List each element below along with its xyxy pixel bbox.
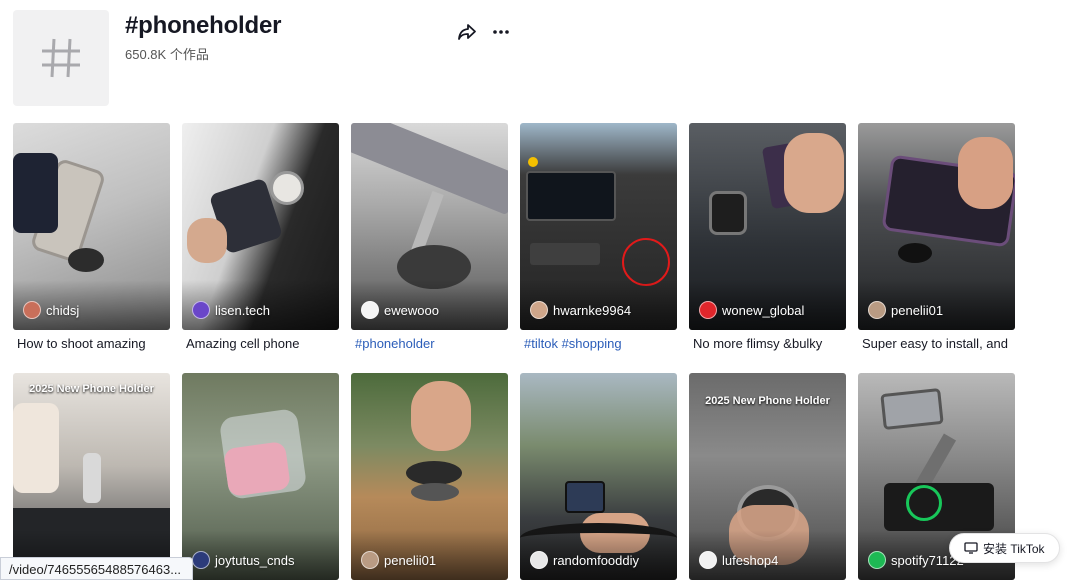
author-name: penelii01 <box>384 552 437 568</box>
video-caption[interactable]: Super easy to install, and <box>858 336 1015 351</box>
video-thumbnail[interactable]: 2025 New Phone Holder lufeshop4 <box>689 373 846 580</box>
avatar <box>699 301 717 319</box>
share-button[interactable] <box>455 20 479 44</box>
video-overlay-text: 2025 New Phone Holder <box>705 395 830 407</box>
video-caption[interactable]: #phoneholder <box>351 336 508 351</box>
video-card[interactable]: randomfooddiy <box>520 373 677 580</box>
video-thumbnail[interactable]: ewewooo <box>351 123 508 330</box>
author-name: randomfooddiy <box>553 552 639 568</box>
video-caption[interactable]: How to shoot amazing <box>13 336 170 351</box>
video-thumbnail[interactable]: wonew_global <box>689 123 846 330</box>
status-url: /video/74655565488576463... <box>0 557 193 580</box>
video-thumbnail[interactable]: penelii01 <box>858 123 1015 330</box>
avatar <box>361 551 379 569</box>
video-card[interactable]: penelii01 Super easy to install, and <box>858 123 1015 351</box>
video-overlay-text: 2025 New Phone Holder <box>29 383 154 395</box>
video-thumbnail[interactable]: 2025 New Phone Holder <box>13 373 170 580</box>
hashtag-avatar <box>13 10 109 106</box>
author-name: joytutus_cnds <box>215 552 295 568</box>
video-caption[interactable]: Amazing cell phone <box>182 336 339 351</box>
more-icon <box>493 30 509 34</box>
avatar <box>192 301 210 319</box>
author-name: ewewooo <box>384 302 439 318</box>
author-name: chidsj <box>46 302 80 318</box>
video-card[interactable]: chidsj How to shoot amazing <box>13 123 170 351</box>
install-label: 安装 TikTok <box>983 541 1045 556</box>
hashtag-header: #phoneholder 650.8K 个作品 <box>13 10 573 106</box>
video-caption[interactable]: No more flimsy &bulky <box>689 336 846 351</box>
more-button[interactable] <box>489 20 513 44</box>
avatar <box>868 301 886 319</box>
author-name: lufeshop4 <box>722 552 779 568</box>
author-name: lisen.tech <box>215 302 270 318</box>
avatar <box>23 301 41 319</box>
video-card[interactable]: lisen.tech Amazing cell phone <box>182 123 339 351</box>
video-card[interactable]: joytutus_cnds <box>182 373 339 580</box>
video-thumbnail[interactable]: joytutus_cnds <box>182 373 339 580</box>
install-tiktok-button[interactable]: 安装 TikTok <box>949 533 1060 563</box>
avatar <box>699 551 717 569</box>
video-thumbnail[interactable]: randomfooddiy <box>520 373 677 580</box>
avatar <box>361 301 379 319</box>
author-name: penelii01 <box>891 302 944 318</box>
avatar <box>192 551 210 569</box>
page-title: #phoneholder <box>125 12 282 39</box>
hash-icon <box>42 38 80 78</box>
video-card[interactable]: wonew_global No more flimsy &bulky <box>689 123 846 351</box>
video-thumbnail[interactable]: chidsj <box>13 123 170 330</box>
monitor-icon <box>964 542 978 554</box>
video-thumbnail[interactable]: hwarnke9964 <box>520 123 677 330</box>
video-card[interactable]: hwarnke9964 #tiltok #shopping <box>520 123 677 351</box>
avatar <box>530 551 548 569</box>
video-thumbnail[interactable]: penelii01 <box>351 373 508 580</box>
avatar <box>868 551 886 569</box>
video-caption[interactable]: #tiltok #shopping <box>520 336 677 351</box>
author-name: wonew_global <box>722 302 805 318</box>
share-icon <box>458 24 476 40</box>
author-name: hwarnke9964 <box>553 302 632 318</box>
video-card[interactable]: 2025 New Phone Holder lufeshop4 <box>689 373 846 580</box>
video-card[interactable]: ewewooo #phoneholder <box>351 123 508 351</box>
video-card[interactable]: 2025 New Phone Holder <box>13 373 170 580</box>
video-count: 650.8K 个作品 <box>125 47 209 62</box>
video-card[interactable]: penelii01 <box>351 373 508 580</box>
avatar <box>530 301 548 319</box>
video-thumbnail[interactable]: lisen.tech <box>182 123 339 330</box>
